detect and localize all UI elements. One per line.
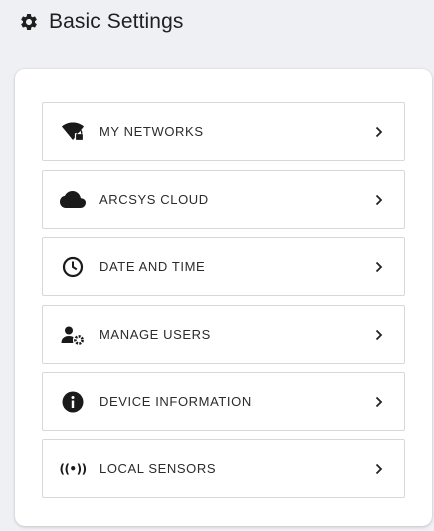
menu-item-local-sensors[interactable]: ((•)) LOCAL SENSORS (42, 439, 405, 498)
menu-item-arcsys-cloud[interactable]: ARCSYS CLOUD (42, 170, 405, 229)
page-header: Basic Settings (18, 9, 183, 35)
menu-item-label: MANAGE USERS (99, 327, 211, 342)
menu-item-label: LOCAL SENSORS (99, 461, 217, 476)
chevron-right-icon (372, 463, 386, 475)
clock-icon (60, 254, 86, 280)
settings-card: MY NETWORKS ARCSYS CLOUD DATE AND TIME M… (15, 69, 432, 526)
chevron-right-icon (372, 396, 386, 408)
user-gear-icon (60, 322, 86, 348)
menu-item-my-networks[interactable]: MY NETWORKS (42, 102, 405, 161)
menu-item-label: MY NETWORKS (99, 124, 204, 139)
wifi-lock-icon (60, 119, 86, 145)
cloud-icon (60, 187, 86, 213)
menu-item-manage-users[interactable]: MANAGE USERS (42, 305, 405, 364)
menu-item-label: DEVICE INFORMATION (99, 394, 252, 409)
page-title: Basic Settings (49, 10, 184, 33)
gear-icon (18, 11, 40, 33)
chevron-right-icon (372, 329, 386, 341)
info-icon (60, 389, 86, 415)
chevron-right-icon (372, 126, 386, 138)
chevron-right-icon (372, 261, 386, 273)
chevron-right-icon (372, 194, 386, 206)
menu-item-date-and-time[interactable]: DATE AND TIME (42, 237, 405, 296)
menu-item-label: DATE AND TIME (99, 259, 206, 274)
sensor-broadcast-icon: ((•)) (59, 461, 87, 476)
menu-item-label: ARCSYS CLOUD (99, 192, 209, 207)
menu-item-device-information[interactable]: DEVICE INFORMATION (42, 372, 405, 431)
